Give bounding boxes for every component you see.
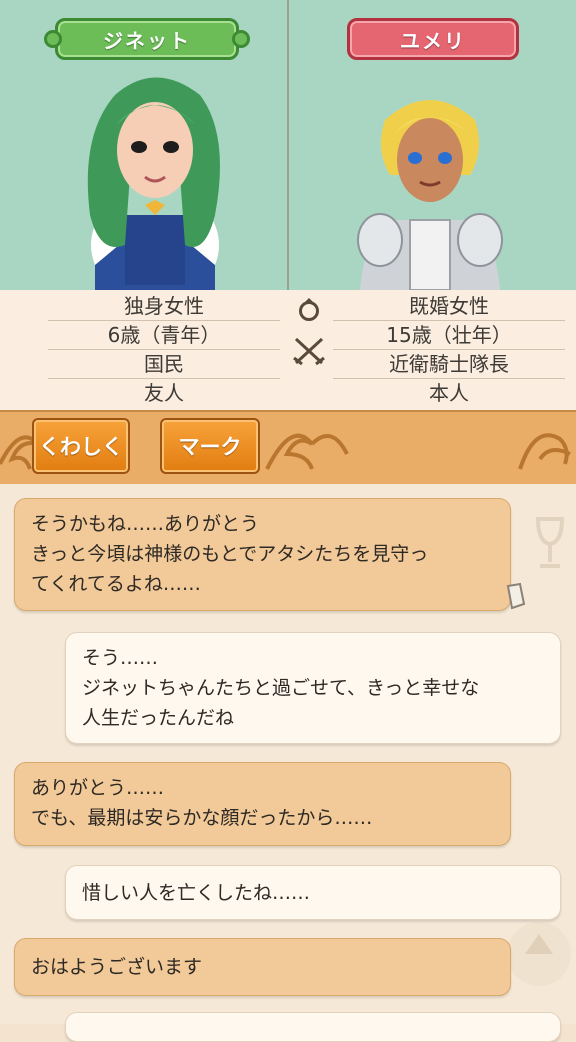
left-character-portrait xyxy=(87,77,221,290)
pin-icon[interactable] xyxy=(502,582,528,612)
right-character-portrait xyxy=(357,100,503,290)
goblet-watermark-icon xyxy=(535,517,565,568)
right-relationship: 本人 xyxy=(429,381,469,405)
right-marital-status: 既婚女性 xyxy=(333,292,565,321)
chat-bubble-right-partial xyxy=(65,1012,561,1042)
center-ornament xyxy=(265,433,349,470)
right-ornament xyxy=(518,433,571,470)
mark-button[interactable]: マーク xyxy=(160,418,260,474)
move-watermark-icon xyxy=(507,922,571,986)
left-marital-status: 独身女性 xyxy=(48,292,280,321)
right-character-name-tag: ユメリ xyxy=(347,18,519,60)
ring-icon xyxy=(299,298,319,321)
right-occupation: 近衛騎士隊長 xyxy=(333,350,565,379)
chat-bubble-left: ありがとう…… でも、最期は安らかな顔だったから…… xyxy=(14,762,511,846)
chat-bubble-left: おはようございます xyxy=(14,938,511,996)
chat-bubble-left: そうかもね……ありがとう きっと今頃は神様のもとでアタシたちを見守っ てくれてる… xyxy=(14,498,511,611)
chat-bubble-right: そう…… ジネットちゃんたちと過ごせて、きっと幸せな 人生だったんだね xyxy=(65,632,561,744)
left-character-name: ジネット xyxy=(103,28,191,53)
details-button[interactable]: くわしく xyxy=(32,418,130,474)
left-character-name-tag: ジネット xyxy=(44,18,250,60)
right-profile-info: 既婚女性 15歳（壮年） 近衛騎士隊長 本人 xyxy=(333,292,565,407)
left-profile-info: 独身女性 6歳（青年） 国民 友人 xyxy=(48,292,280,407)
crossed-swords-icon xyxy=(293,337,325,366)
left-occupation: 国民 xyxy=(48,350,280,379)
right-character-name: ユメリ xyxy=(400,28,466,53)
right-age: 15歳（壮年） xyxy=(333,321,565,350)
left-age: 6歳（青年） xyxy=(48,321,280,350)
chat-bubble-right: 惜しい人を亡くしたね…… xyxy=(65,865,561,920)
profile-info-table: 独身女性 6歳（青年） 国民 友人 既婚女性 15歳（壮年） 近衛騎士隊長 本人 xyxy=(0,290,576,410)
left-relationship: 友人 xyxy=(144,381,184,405)
